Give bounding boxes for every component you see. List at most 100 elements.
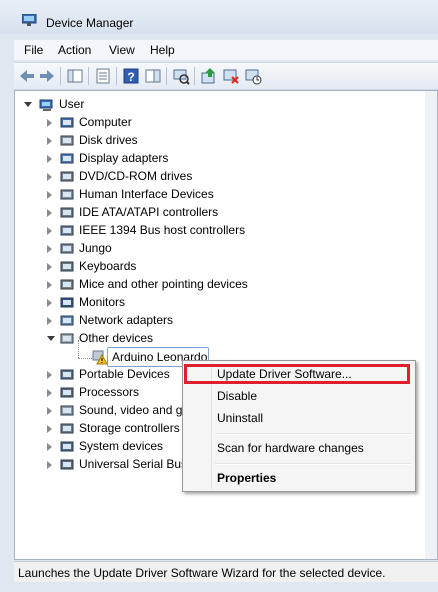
tree-item-label: Display adapters xyxy=(79,151,169,165)
expander-icon[interactable] xyxy=(47,227,52,235)
storage-controller-icon xyxy=(60,423,74,434)
tree-item-keyboards[interactable]: Keyboards xyxy=(45,258,275,276)
menu-action[interactable]: Action xyxy=(58,43,91,57)
expander-icon[interactable] xyxy=(47,173,52,181)
expander-icon[interactable] xyxy=(47,443,52,451)
expander-icon[interactable] xyxy=(47,407,52,415)
device-manager-window: Device Manager File Action View Help ? U… xyxy=(0,0,438,592)
expander-icon[interactable] xyxy=(47,299,52,307)
tree-root-label: User xyxy=(59,97,85,111)
expander-icon[interactable] xyxy=(47,209,52,217)
jungo-icon xyxy=(60,243,74,254)
toolbar: ? xyxy=(14,62,438,90)
tree-item-display-adapters[interactable]: Display adapters xyxy=(45,150,275,168)
tree-item-network-adapters[interactable]: Network adapters xyxy=(45,312,275,330)
highlight-annotation xyxy=(184,364,410,384)
expander-icon[interactable] xyxy=(47,191,52,199)
menu-item-scan-hardware[interactable]: Scan for hardware changes xyxy=(183,437,415,459)
device-manager-icon xyxy=(22,14,37,26)
tree-item-mice-and-other-pointing-devices[interactable]: Mice and other pointing devices xyxy=(45,276,275,294)
tree-item-human-interface-devices[interactable]: Human Interface Devices xyxy=(45,186,275,204)
tree-item-label: Monitors xyxy=(79,295,126,309)
expander-icon[interactable] xyxy=(47,245,52,253)
tree-item-label: Other devices xyxy=(79,331,154,345)
menu-item-properties[interactable]: Properties xyxy=(183,467,415,489)
tree-item-disk-drives[interactable]: Disk drives xyxy=(45,132,275,150)
disk-drive-icon xyxy=(60,135,74,146)
other-devices-icon xyxy=(60,333,74,344)
hid-icon xyxy=(60,189,74,200)
menu-item-disable[interactable]: Disable xyxy=(183,385,415,407)
vertical-scrollbar[interactable] xyxy=(425,91,437,559)
tree-item-label: Human Interface Devices xyxy=(79,187,214,201)
tree-item-ieee-1394-bus-host-controllers[interactable]: IEEE 1394 Bus host controllers xyxy=(45,222,275,240)
expander-icon[interactable] xyxy=(47,371,52,379)
expander-icon[interactable] xyxy=(47,336,55,341)
monitor-icon xyxy=(60,297,74,308)
processor-icon xyxy=(60,387,74,398)
back-icon[interactable] xyxy=(18,67,36,85)
tree-item-label: Keyboards xyxy=(79,259,137,273)
expander-icon[interactable] xyxy=(47,155,52,163)
uninstall-icon[interactable] xyxy=(222,67,240,85)
tree-item-jungo[interactable]: Jungo xyxy=(45,240,275,258)
update-driver-icon[interactable] xyxy=(200,67,218,85)
properties-icon[interactable] xyxy=(94,67,112,85)
disable-icon[interactable] xyxy=(244,67,262,85)
tree-item-label: Computer xyxy=(79,115,132,129)
expander-icon[interactable] xyxy=(47,317,52,325)
tree-item-computer[interactable]: Computer xyxy=(45,114,275,132)
menu-view[interactable]: View xyxy=(109,43,135,57)
menu-help[interactable]: Help xyxy=(150,43,175,57)
tree-item-label: Universal Serial Bus xyxy=(79,457,188,471)
usb-icon xyxy=(60,459,74,470)
window-title: Device Manager xyxy=(46,16,134,30)
ieee1394-icon xyxy=(60,225,74,236)
system-devices-icon xyxy=(60,441,74,452)
tree-item-dvd-cd-rom-drives[interactable]: DVD/CD-ROM drives xyxy=(45,168,275,186)
dvd-drive-icon xyxy=(60,171,74,182)
keyboard-icon xyxy=(60,261,74,272)
computer-icon xyxy=(60,117,74,128)
svg-text:?: ? xyxy=(127,70,134,84)
expander-icon[interactable] xyxy=(47,281,52,289)
menu-file[interactable]: File xyxy=(24,43,43,57)
tree-item-label: DVD/CD-ROM drives xyxy=(79,169,193,183)
tree-item-label: Sound, video and ga xyxy=(79,403,190,417)
computer-root-icon xyxy=(39,99,53,111)
forward-icon[interactable] xyxy=(38,67,56,85)
tree-item-label: Network adapters xyxy=(79,313,174,327)
help-icon[interactable]: ? xyxy=(122,67,140,85)
tree-item-label: System devices xyxy=(79,439,164,453)
warning-device-icon xyxy=(92,350,108,365)
mouse-icon xyxy=(60,279,74,290)
expander-icon[interactable] xyxy=(47,137,52,145)
expander-icon[interactable] xyxy=(47,263,52,271)
tree-item-ide-ata-atapi-controllers[interactable]: IDE ATA/ATAPI controllers xyxy=(45,204,275,222)
sound-icon xyxy=(60,405,74,416)
tree-root-user[interactable]: User xyxy=(21,96,141,114)
status-bar: Launches the Update Driver Software Wiza… xyxy=(14,561,438,582)
portable-device-icon xyxy=(60,369,74,380)
expander-icon[interactable] xyxy=(47,425,52,433)
ide-controller-icon xyxy=(60,207,74,218)
console-tree-icon[interactable] xyxy=(66,67,84,85)
tree-item-label: IDE ATA/ATAPI controllers xyxy=(79,205,219,219)
tree-item-label: Processors xyxy=(79,385,140,399)
action-pane-icon[interactable] xyxy=(144,67,162,85)
menu-item-uninstall[interactable]: Uninstall xyxy=(183,407,415,429)
menu-bar: File Action View Help xyxy=(14,40,438,60)
title-bar[interactable]: Device Manager xyxy=(0,0,438,34)
status-text: Launches the Update Driver Software Wiza… xyxy=(18,566,386,580)
scan-hardware-icon[interactable] xyxy=(172,67,190,85)
tree-item-monitors[interactable]: Monitors xyxy=(45,294,275,312)
tree-item-label: Mice and other pointing devices xyxy=(79,277,248,291)
expander-icon[interactable] xyxy=(47,461,52,469)
expander-icon[interactable] xyxy=(47,119,52,127)
tree-item-label: Storage controllers xyxy=(79,421,180,435)
tree-item-label: Disk drives xyxy=(79,133,138,147)
display-adapter-icon xyxy=(60,153,74,164)
tree-item-label: Portable Devices xyxy=(79,367,170,381)
tree-item-label: IEEE 1394 Bus host controllers xyxy=(79,223,246,237)
expander-icon[interactable] xyxy=(47,389,52,397)
